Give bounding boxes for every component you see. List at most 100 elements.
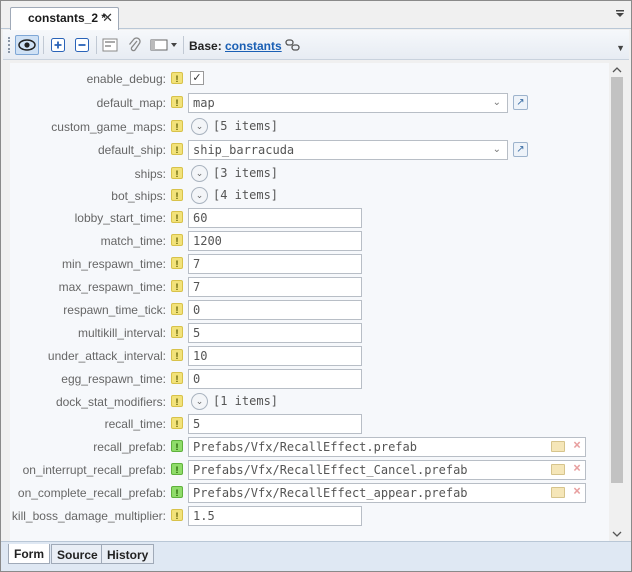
override-flag-icon[interactable]: ! [171,440,183,452]
form-row: custom_game_maps:! ⌄ [5 items] [10,116,610,138]
collapse-all-button[interactable] [73,35,91,55]
vertical-scrollbar[interactable] [609,63,625,541]
close-tab-icon[interactable]: ✕ [102,10,113,26]
text-field[interactable]: 5 [188,323,362,343]
editor-window: constants_2 * ✕ Base: constants ▼ enable… [0,0,632,572]
expand-list-icon[interactable]: ⌄ [191,118,208,135]
override-flag-icon[interactable]: ! [171,257,183,269]
form-row: dock_stat_modifiers:! ⌄ [1 items] [10,391,610,413]
override-flag-icon[interactable]: ! [171,120,183,132]
toolbar-overflow-icon[interactable]: ▼ [616,43,625,53]
override-flag-icon[interactable]: ! [171,189,183,201]
text-field[interactable]: 0 [188,300,362,320]
text-field[interactable]: 7 [188,254,362,274]
text-field[interactable]: 1.5 [188,506,362,526]
editor-toolbar: Base: constants ▼ [3,30,629,60]
document-tab[interactable]: constants_2 * ✕ [10,7,119,30]
override-flag-icon[interactable]: ! [171,395,183,407]
path-value: Prefabs/Vfx/RecallEffect.prefab [193,440,417,454]
override-flag-icon[interactable]: ! [171,211,183,223]
folder-icon[interactable] [551,486,566,498]
override-flag-icon[interactable]: ! [171,96,183,108]
clear-icon[interactable]: × [573,462,581,475]
text-field[interactable]: 60 [188,208,362,228]
select-value: ship_barracuda [193,143,295,157]
override-flag-icon[interactable]: ! [171,280,183,292]
expand-list-icon[interactable]: ⌄ [191,165,208,182]
form-row: bot_ships:! ⌄ [4 items] [10,185,610,207]
base-chain-button[interactable] [283,35,303,55]
document-tab-bar: constants_2 * ✕ [1,1,631,30]
override-flag-icon[interactable]: ! [171,509,183,521]
expand-list-icon[interactable]: ⌄ [191,187,208,204]
scrollbar-thumb[interactable] [611,77,623,483]
folder-icon[interactable] [551,463,566,475]
form-row: kill_boss_damage_multiplier:! 1.5 [10,505,610,527]
path-field[interactable]: Prefabs/Vfx/RecallEffect.prefab × [188,437,586,457]
paperclip-icon [128,37,141,52]
view-mode-dropdown[interactable] [149,35,179,55]
view-tabs: Form Source History [1,541,631,571]
list-count: [5 items] [213,119,279,133]
toolbar-grip[interactable] [8,37,11,53]
checkbox[interactable]: ✓ [190,71,204,85]
scroll-down-icon[interactable] [612,530,622,538]
tab-menu-icon[interactable] [615,10,625,18]
override-flag-icon[interactable]: ! [171,349,183,361]
toolbar-separator [183,36,184,54]
field-label: on_interrupt_recall_prefab: [22,463,166,477]
base-link[interactable]: constants [225,39,282,53]
override-flag-icon[interactable]: ! [171,167,183,179]
select-field[interactable]: ship_barracuda ⌄ [188,140,508,160]
tab-history[interactable]: History [101,544,155,564]
path-actions: × [551,439,581,452]
form-row: enable_debug:! ✓ [10,68,610,90]
text-field[interactable]: 0 [188,369,362,389]
chevron-down-icon[interactable]: ⌄ [493,97,501,108]
path-field[interactable]: Prefabs/Vfx/RecallEffect_Cancel.prefab × [188,460,586,480]
form-row: multikill_interval:! 5 [10,322,610,344]
minus-box-icon [75,38,89,52]
expand-all-button[interactable] [49,35,67,55]
form-row: match_time:! 1200 [10,230,610,252]
scroll-up-icon[interactable] [612,66,622,74]
path-value: Prefabs/Vfx/RecallEffect_Cancel.prefab [193,463,468,477]
text-field[interactable]: 1200 [188,231,362,251]
list-count: [3 items] [213,166,279,180]
open-reference-icon[interactable]: ↗ [513,95,528,110]
text-field[interactable]: 10 [188,346,362,366]
expand-list-icon[interactable]: ⌄ [191,393,208,410]
view-toggle-button[interactable] [15,35,39,55]
base-label: Base: [189,39,222,53]
layout-button[interactable] [101,35,119,55]
layout-icon [102,38,118,52]
plus-box-icon [51,38,65,52]
override-flag-icon[interactable]: ! [171,72,183,84]
chevron-down-icon[interactable]: ⌄ [493,144,501,155]
form-row: egg_respawn_time:! 0 [10,368,610,390]
override-flag-icon[interactable]: ! [171,326,183,338]
override-flag-icon[interactable]: ! [171,303,183,315]
attach-button[interactable] [125,35,143,55]
override-flag-icon[interactable]: ! [171,417,183,429]
field-label: custom_game_maps: [51,120,166,134]
override-flag-icon[interactable]: ! [171,463,183,475]
override-flag-icon[interactable]: ! [171,372,183,384]
open-reference-icon[interactable]: ↗ [513,142,528,157]
override-flag-icon[interactable]: ! [171,486,183,498]
path-field[interactable]: Prefabs/Vfx/RecallEffect_appear.prefab × [188,483,586,503]
select-field[interactable]: map ⌄ [188,93,508,113]
clear-icon[interactable]: × [573,439,581,452]
override-flag-icon[interactable]: ! [171,234,183,246]
text-field[interactable]: 5 [188,414,362,434]
override-flag-icon[interactable]: ! [171,143,183,155]
tab-source[interactable]: Source [51,544,104,564]
toolbar-separator [96,36,97,54]
text-field[interactable]: 7 [188,277,362,297]
document-tab-title: constants_2 * [28,11,107,25]
form-row: default_ship:! ship_barracuda ⌄ ↗ [10,139,610,161]
field-label: match_time: [100,234,166,248]
folder-icon[interactable] [551,440,566,452]
tab-form[interactable]: Form [8,544,50,564]
clear-icon[interactable]: × [573,485,581,498]
